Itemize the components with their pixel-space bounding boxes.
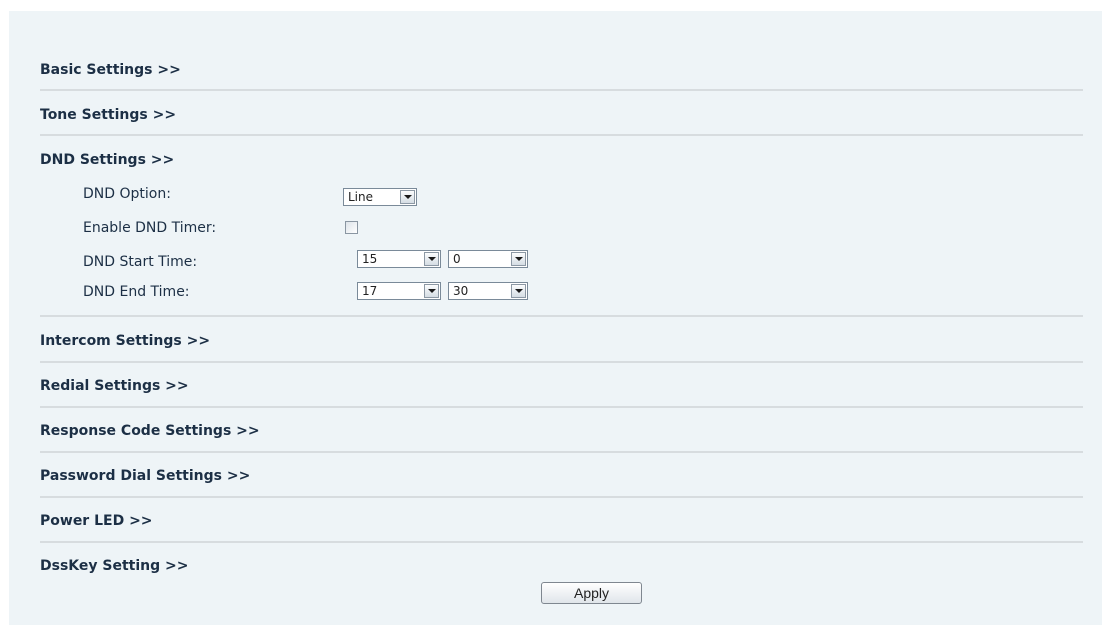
dnd-end-hour-select[interactable]: 17 <box>357 282 441 300</box>
enable-dnd-timer-label: Enable DND Timer: <box>83 220 217 236</box>
settings-panel: Basic Settings >> Tone Settings >> DND S… <box>9 11 1102 625</box>
chevron-down-icon[interactable] <box>511 252 526 266</box>
divider <box>40 496 1083 498</box>
dnd-start-minute-select[interactable]: 0 <box>448 250 528 268</box>
tone-settings-header[interactable]: Tone Settings >> <box>40 107 176 123</box>
enable-dnd-timer-checkbox[interactable] <box>345 221 358 234</box>
divider <box>40 315 1083 317</box>
chevron-down-icon[interactable] <box>511 284 526 298</box>
dnd-option-label: DND Option: <box>83 186 171 202</box>
chevron-down-icon[interactable] <box>400 190 415 204</box>
dnd-end-minute-select[interactable]: 30 <box>448 282 528 300</box>
divider <box>40 89 1083 91</box>
power-led-header[interactable]: Power LED >> <box>40 513 153 529</box>
dnd-end-hour-value: 17 <box>362 284 378 298</box>
dnd-end-time-label: DND End Time: <box>83 284 190 300</box>
divider <box>40 361 1083 363</box>
password-dial-settings-header[interactable]: Password Dial Settings >> <box>40 468 250 484</box>
basic-settings-header[interactable]: Basic Settings >> <box>40 62 181 78</box>
divider <box>40 451 1083 453</box>
dnd-start-time-label: DND Start Time: <box>83 254 198 270</box>
divider <box>40 406 1083 408</box>
dnd-settings-header[interactable]: DND Settings >> <box>40 152 174 168</box>
chevron-down-icon[interactable] <box>424 284 439 298</box>
dnd-start-minute-value: 0 <box>453 252 461 266</box>
divider <box>40 134 1083 136</box>
apply-button[interactable]: Apply <box>541 582 642 604</box>
dnd-option-select[interactable]: Line <box>343 188 417 206</box>
response-code-settings-header[interactable]: Response Code Settings >> <box>40 423 260 439</box>
dnd-option-value: Line <box>348 190 374 204</box>
divider <box>40 541 1083 543</box>
dnd-start-hour-value: 15 <box>362 252 378 266</box>
dnd-end-minute-value: 30 <box>453 284 469 298</box>
redial-settings-header[interactable]: Redial Settings >> <box>40 378 189 394</box>
dnd-start-hour-select[interactable]: 15 <box>357 250 441 268</box>
chevron-down-icon[interactable] <box>424 252 439 266</box>
intercom-settings-header[interactable]: Intercom Settings >> <box>40 333 210 349</box>
dsskey-setting-header[interactable]: DssKey Setting >> <box>40 558 188 574</box>
